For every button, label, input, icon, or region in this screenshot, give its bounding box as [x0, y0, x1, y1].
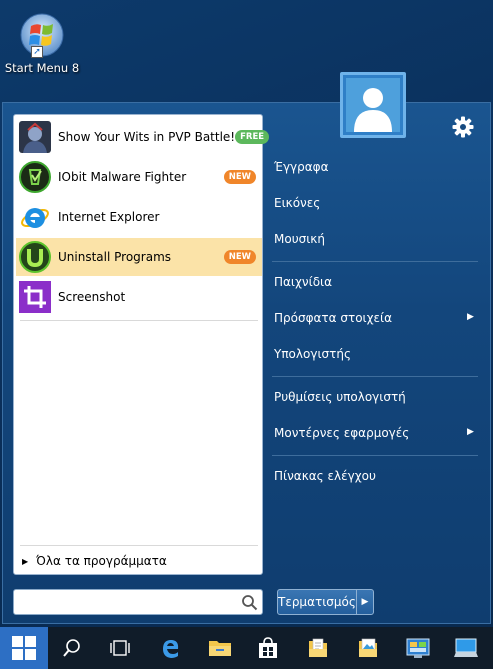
right-item-label: Πίνακας ελέγχου — [274, 469, 376, 483]
windows-start-icon — [12, 636, 36, 660]
shutdown-options-arrow-icon[interactable]: ▶ — [357, 590, 373, 614]
right-item-documents[interactable]: Έγγραφα — [274, 160, 329, 174]
start-button[interactable] — [0, 627, 48, 669]
edge-icon[interactable] — [154, 627, 186, 669]
program-item-screenshot[interactable]: Screenshot — [16, 278, 262, 316]
shutdown-button[interactable]: Τερματισμός ▶ — [277, 589, 374, 615]
desktop-shortcut-label: Start Menu 8 — [4, 61, 80, 75]
program-name: Uninstall Programs — [58, 250, 172, 264]
windows-logo-icon: ➚ — [19, 12, 65, 58]
new-badge: NEW — [223, 170, 256, 184]
right-item-games[interactable]: Παιχνίδια — [274, 275, 332, 289]
chevron-right-icon: ▶ — [467, 312, 474, 322]
right-item-music[interactable]: Μουσική — [274, 232, 325, 246]
game-avatar-icon — [19, 121, 51, 153]
file-explorer-icon[interactable] — [204, 627, 236, 669]
search-icon[interactable] — [56, 627, 88, 669]
store-icon[interactable] — [252, 627, 284, 669]
right-item-pictures[interactable]: Εικόνες — [274, 196, 320, 210]
desktop-shortcut-start-menu-8[interactable]: ➚ Start Menu 8 — [4, 12, 80, 75]
gear-icon[interactable] — [452, 116, 474, 138]
right-item-computer[interactable]: Υπολογιστής — [274, 347, 351, 361]
free-badge: FREE — [235, 130, 270, 144]
shutdown-label: Τερματισμός — [278, 590, 357, 614]
program-name: Internet Explorer — [58, 210, 160, 224]
program-item-internet-explorer[interactable]: Internet Explorer — [16, 198, 262, 236]
triangle-right-icon: ▶ — [22, 556, 29, 566]
right-item-label: Ρυθμίσεις υπολογιστή — [274, 390, 406, 404]
right-item-label: Εικόνες — [274, 196, 321, 210]
program-item-iobit-malware-fighter[interactable]: IObit Malware Fighter NEW — [16, 158, 262, 196]
taskbar — [0, 627, 493, 669]
right-item-label: Υπολογιστής — [274, 347, 351, 361]
divider — [20, 320, 258, 321]
right-item-label: Έγγραφα — [274, 160, 329, 174]
search-icon[interactable] — [241, 594, 258, 611]
right-item-modern-apps[interactable]: Μοντέρνες εφαρμογές ▶ — [274, 426, 474, 440]
divider — [272, 376, 478, 377]
program-item-pvp-battle[interactable]: Show Your Wits in PVP Battle! FREE — [16, 118, 270, 156]
chevron-right-icon: ▶ — [467, 427, 474, 437]
right-item-label: Παιχνίδια — [274, 275, 333, 289]
shortcut-arrow-icon: ➚ — [31, 46, 43, 58]
program-name: Show Your Wits in PVP Battle! — [58, 130, 236, 144]
control-panel-icon[interactable] — [402, 627, 434, 669]
iobit-malware-fighter-icon — [19, 161, 51, 193]
divider — [20, 545, 258, 546]
right-item-recent-items[interactable]: Πρόσφατα στοιχεία ▶ — [274, 311, 474, 325]
this-pc-icon[interactable] — [450, 627, 482, 669]
program-name: Screenshot — [58, 290, 126, 304]
right-item-label: Μουσική — [274, 232, 325, 246]
internet-explorer-icon — [19, 201, 51, 233]
new-badge: NEW — [223, 250, 256, 264]
task-view-icon[interactable] — [104, 627, 136, 669]
program-name: IObit Malware Fighter — [58, 170, 187, 184]
right-item-control-panel[interactable]: Πίνακας ελέγχου — [274, 469, 376, 483]
crop-icon — [19, 281, 51, 313]
search-input[interactable] — [13, 589, 263, 615]
all-programs-label: Όλα τα προγράμματα — [36, 554, 167, 568]
pictures-icon[interactable] — [352, 627, 384, 669]
right-item-label: Μοντέρνες εφαρμογές — [274, 426, 410, 440]
all-programs-button[interactable]: ▶ Όλα τα προγράμματα — [20, 551, 258, 571]
right-item-pc-settings[interactable]: Ρυθμίσεις υπολογιστή — [274, 390, 406, 404]
documents-icon[interactable] — [302, 627, 334, 669]
iobit-uninstaller-icon — [19, 241, 51, 273]
user-avatar-icon[interactable] — [340, 72, 406, 138]
programs-panel: Show Your Wits in PVP Battle! FREE IObit… — [13, 114, 270, 575]
divider — [272, 261, 478, 262]
divider — [272, 455, 478, 456]
right-item-label: Πρόσφατα στοιχεία — [274, 311, 392, 325]
program-item-uninstall-programs[interactable]: Uninstall Programs NEW — [16, 238, 262, 276]
